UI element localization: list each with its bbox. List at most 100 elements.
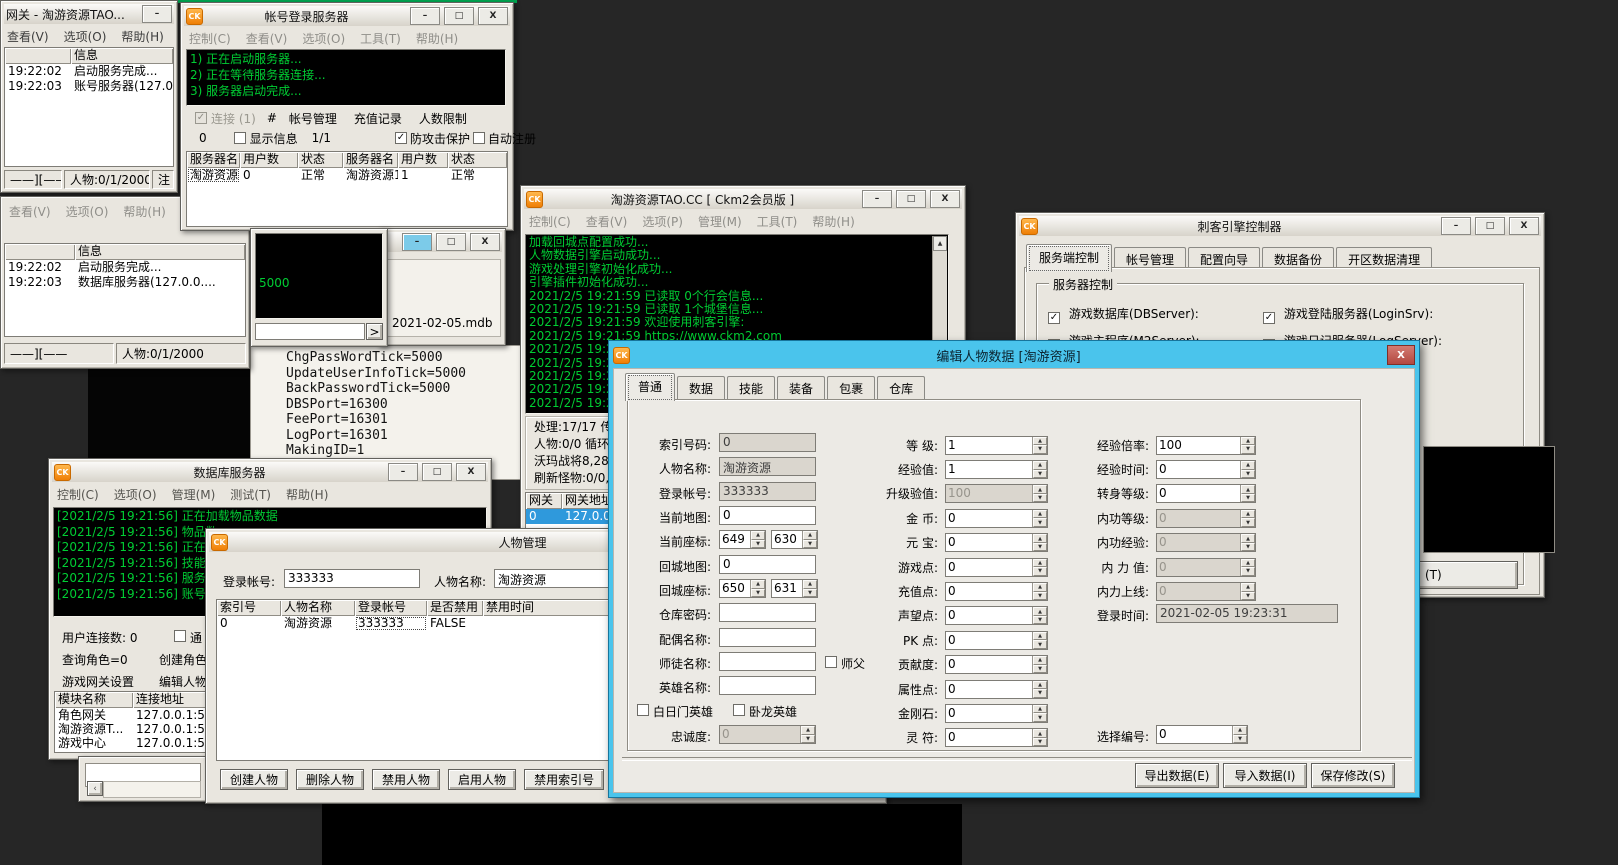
menu-item[interactable]: 控制(C) — [57, 486, 99, 503]
current-x-spinner[interactable]: 649 ▲▼ — [719, 530, 766, 549]
menu-item[interactable]: 测试(T) — [230, 486, 271, 503]
menu-item[interactable]: 选项(P) — [642, 213, 683, 230]
spin-up-icon[interactable]: ▲ — [1241, 583, 1255, 592]
menu-item[interactable]: 选项(O) — [66, 203, 109, 220]
minimize-button[interactable]: – — [862, 190, 892, 208]
number-spinner[interactable]: 0 ▲▼ — [1156, 533, 1256, 552]
server-checkbox[interactable] — [1263, 312, 1275, 324]
expand-button[interactable]: > — [366, 323, 383, 340]
menu-item[interactable]: 查看(V) — [7, 28, 49, 45]
menu-item[interactable]: 查看(V) — [586, 213, 628, 230]
spin-down-icon[interactable]: ▼ — [1033, 567, 1047, 576]
mentor-input[interactable] — [719, 652, 816, 671]
home-x-spinner[interactable]: 650 ▲▼ — [719, 579, 766, 598]
number-spinner[interactable]: 100 ▲▼ — [1156, 436, 1256, 455]
wolong-hero-checkbox[interactable] — [733, 704, 745, 716]
spin-down-icon[interactable]: ▼ — [751, 589, 765, 598]
menu-item[interactable]: 帮助(H) — [286, 486, 328, 503]
spin-up-icon[interactable]: ▲ — [1033, 461, 1047, 470]
close-button[interactable]: X — [930, 190, 960, 208]
spin-up-icon[interactable]: ▲ — [1033, 632, 1047, 641]
tab[interactable]: 普通 — [625, 373, 675, 401]
number-spinner[interactable]: 0 ▲▼ — [945, 631, 1048, 650]
minimize-button[interactable]: – — [410, 7, 440, 25]
spin-up-icon[interactable]: ▲ — [1241, 485, 1255, 494]
spin-down-icon[interactable]: ▼ — [1241, 543, 1255, 552]
minimize-button[interactable]: – — [142, 5, 172, 23]
maximize-button[interactable]: □ — [422, 463, 452, 481]
column-header[interactable]: 登录帐号 — [355, 600, 427, 616]
command-input[interactable] — [255, 323, 365, 340]
action-button[interactable]: 删除人物 — [296, 769, 364, 790]
number-spinner[interactable]: 1 ▲▼ — [945, 436, 1048, 455]
spin-down-icon[interactable]: ▼ — [1241, 494, 1255, 503]
tab[interactable]: 技能 — [727, 376, 775, 401]
spin-down-icon[interactable]: ▼ — [751, 540, 765, 549]
spin-down-icon[interactable]: ▼ — [1033, 738, 1047, 747]
spin-up-icon[interactable]: ▲ — [1033, 607, 1047, 616]
spin-down-icon[interactable]: ▼ — [1241, 567, 1255, 576]
number-spinner[interactable]: 0 ▲▼ — [1156, 582, 1256, 601]
close-button[interactable]: X — [1509, 217, 1539, 235]
spin-up-icon[interactable]: ▲ — [801, 726, 815, 735]
spin-up-icon[interactable]: ▲ — [803, 580, 817, 589]
scroll-up-icon[interactable]: ▲ — [933, 236, 947, 251]
spin-up-icon[interactable]: ▲ — [1033, 583, 1047, 592]
menu-item[interactable]: 查看(V) — [9, 203, 51, 220]
partial-button[interactable]: (T) — [1408, 561, 1518, 589]
action-button[interactable]: 禁用人物 — [372, 769, 440, 790]
spin-up-icon[interactable]: ▲ — [1033, 705, 1047, 714]
menu-item[interactable]: 工具(T) — [360, 30, 401, 47]
spin-up-icon[interactable]: ▲ — [1033, 729, 1047, 738]
number-spinner[interactable]: 0 ▲▼ — [945, 680, 1048, 699]
close-button[interactable]: X — [456, 463, 486, 481]
spin-down-icon[interactable]: ▼ — [1033, 713, 1047, 722]
import-data-button[interactable]: 导入数据(I) — [1223, 763, 1307, 788]
spin-up-icon[interactable]: ▲ — [1233, 726, 1247, 735]
menu-item[interactable]: 控制(C) — [189, 30, 231, 47]
column-header[interactable]: 服务器名 — [187, 152, 240, 168]
spin-up-icon[interactable]: ▲ — [1033, 534, 1047, 543]
action-button[interactable]: 禁用索引号 — [524, 769, 604, 790]
maximize-button[interactable]: □ — [1475, 217, 1505, 235]
action-button[interactable]: 启用人物 — [448, 769, 516, 790]
create-role-link[interactable]: 创建角色 — [159, 651, 207, 668]
number-spinner[interactable]: 0 ▲▼ — [945, 509, 1048, 528]
export-data-button[interactable]: 导出数据(E) — [1135, 763, 1219, 788]
spin-down-icon[interactable]: ▼ — [1241, 470, 1255, 479]
spin-up-icon[interactable]: ▲ — [1033, 559, 1047, 568]
info-column-header[interactable]: 信息 — [75, 244, 245, 260]
time-column-header[interactable] — [5, 244, 75, 260]
auto-register-checkbox[interactable] — [473, 132, 485, 144]
menu-item[interactable]: 控制(C) — [529, 213, 571, 230]
recharge-log-tab[interactable]: 充值记录 — [354, 110, 402, 127]
spin-down-icon[interactable]: ▼ — [801, 735, 815, 744]
edit-char-link[interactable]: 编辑人物 — [159, 673, 207, 690]
menu-item[interactable]: 管理(M) — [172, 486, 216, 503]
column-header[interactable]: 用户数 — [398, 152, 448, 168]
scrollbar-track[interactable] — [103, 781, 201, 798]
bairimen-hero-checkbox[interactable] — [637, 704, 649, 716]
spin-up-icon[interactable]: ▲ — [751, 531, 765, 540]
spin-up-icon[interactable]: ▲ — [1033, 485, 1047, 494]
current-map-input[interactable]: 0 — [719, 506, 816, 525]
column-header[interactable]: 是否禁用 — [427, 600, 483, 616]
save-changes-button[interactable]: 保存修改(S) — [1311, 763, 1395, 788]
number-spinner[interactable]: 0 ▲▼ — [945, 558, 1048, 577]
spin-down-icon[interactable]: ▼ — [803, 540, 817, 549]
home-map-input[interactable]: 0 — [719, 555, 816, 574]
spin-up-icon[interactable]: ▲ — [1241, 534, 1255, 543]
menu-item[interactable]: 帮助(H) — [416, 30, 458, 47]
spin-down-icon[interactable]: ▼ — [1033, 543, 1047, 552]
spin-down-icon[interactable]: ▼ — [1033, 445, 1047, 454]
spin-up-icon[interactable]: ▲ — [803, 531, 817, 540]
spin-up-icon[interactable]: ▲ — [1241, 437, 1255, 446]
close-button[interactable]: X — [1387, 345, 1415, 365]
spin-up-icon[interactable]: ▲ — [1241, 559, 1255, 568]
tab[interactable]: 数据 — [677, 376, 725, 401]
spin-down-icon[interactable]: ▼ — [1033, 518, 1047, 527]
spin-down-icon[interactable]: ▼ — [1033, 665, 1047, 674]
spin-up-icon[interactable]: ▲ — [751, 580, 765, 589]
spin-up-icon[interactable]: ▲ — [1241, 510, 1255, 519]
number-spinner[interactable]: 0 ▲▼ — [1156, 484, 1256, 503]
